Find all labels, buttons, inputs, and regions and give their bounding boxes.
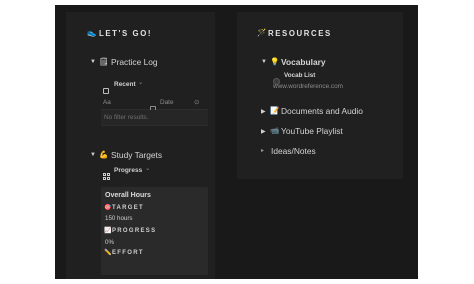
vocabulary-toggle[interactable]: ▼ — [261, 59, 267, 65]
lightbulb-icon: 💡 — [270, 57, 280, 66]
notepad-icon: 🗒 — [99, 57, 109, 66]
magic-wand-icon: 🪄 — [257, 28, 267, 37]
practice-log-link[interactable]: Practice Log — [111, 57, 158, 67]
documents-and-audio-link[interactable]: Documents and Audio — [281, 106, 363, 116]
ideas-notes-toggle[interactable]: ▸ — [261, 147, 264, 154]
chevron-down-icon[interactable]: ⌄ — [138, 78, 143, 86]
documents-toggle[interactable]: ▶ — [261, 108, 266, 115]
youtube-playlist-toggle[interactable]: ▶ — [261, 128, 266, 135]
chevron-down-icon[interactable]: ⌄ — [145, 164, 150, 172]
sneaker-icon: 👟 — [87, 28, 97, 37]
effort-label: EFFORT — [112, 250, 144, 256]
chart-icon: 📈 — [104, 228, 112, 234]
vocab-list-link[interactable]: Vocab List — [284, 72, 315, 79]
card-title: Overall Hours — [105, 192, 151, 199]
no-results-text: No filter results. — [104, 114, 149, 121]
vocabulary-link[interactable]: Vocabulary — [281, 57, 326, 67]
recent-view-tab[interactable]: Recent — [114, 81, 136, 88]
gallery-view-icon — [103, 167, 110, 185]
progress-view-tab[interactable]: Progress — [114, 167, 142, 174]
vocab-url-link[interactable]: www.wordreference.com — [273, 83, 343, 90]
study-targets-link[interactable]: Study Targets — [111, 150, 162, 160]
column-options-icon[interactable]: ⊙ — [194, 98, 199, 106]
practice-log-toggle[interactable]: ▼ — [90, 59, 96, 65]
progress-label: PROGRESS — [112, 228, 157, 234]
study-targets-toggle[interactable]: ▼ — [90, 152, 96, 158]
flexed-bicep-icon: 💪 — [99, 150, 109, 159]
memo-icon: 📝 — [270, 106, 280, 115]
pencil-icon: ✏️ — [104, 250, 112, 256]
progress-value: 0% — [105, 239, 114, 246]
target-label: TARGET — [112, 205, 145, 211]
column-header-name[interactable]: Aa — [103, 99, 111, 106]
video-camera-icon: 📹 — [270, 126, 280, 135]
column-header-date[interactable]: Date — [160, 99, 174, 106]
target-icon: 🎯 — [104, 205, 112, 211]
ideas-notes-link[interactable]: Ideas/Notes — [271, 146, 316, 156]
youtube-playlist-link[interactable]: YouTube Playlist — [281, 126, 343, 136]
target-value: 150 hours — [105, 215, 133, 222]
resources-heading: RESOURCES — [268, 29, 332, 38]
lets-go-heading: LET'S GO! — [99, 29, 153, 38]
